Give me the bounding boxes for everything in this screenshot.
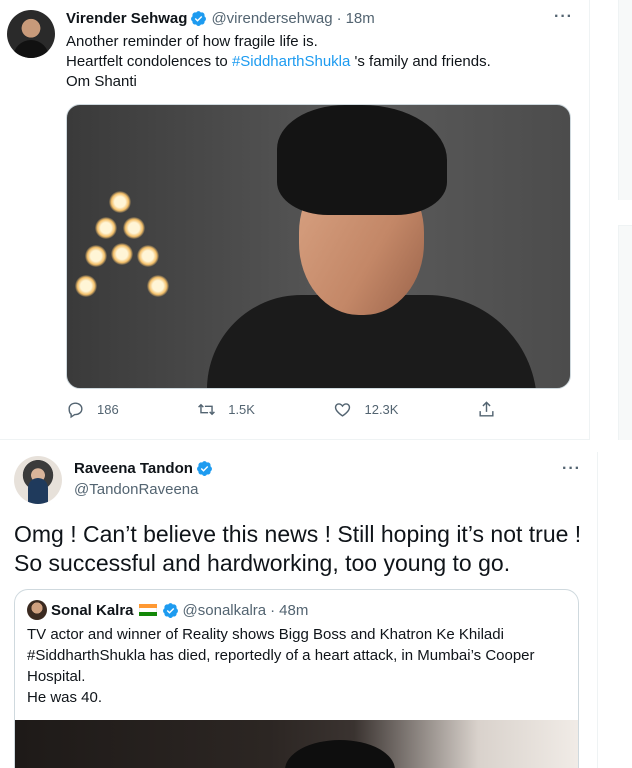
reply-button[interactable]: 186 xyxy=(66,400,119,419)
verified-badge-icon xyxy=(191,11,207,26)
avatar[interactable] xyxy=(7,10,55,58)
like-count: 12.3K xyxy=(364,402,399,417)
separator: · xyxy=(336,10,342,27)
author-name[interactable]: Raveena Tandon xyxy=(74,460,193,477)
hashtag-link[interactable]: #SiddharthShukla xyxy=(232,53,350,70)
share-icon xyxy=(479,401,494,417)
tweet-actions: 186 1.5K 12.3K xyxy=(66,400,496,419)
avatar[interactable] xyxy=(14,456,62,504)
quoted-line: TV actor and winner of Reality shows Big… xyxy=(27,626,504,643)
retweet-button[interactable]: 1.5K xyxy=(197,400,255,419)
like-icon xyxy=(335,403,351,417)
author-handle[interactable]: @TandonRaveena xyxy=(74,481,217,498)
quoted-line: #SiddharthShukla has died, reportedly of… xyxy=(27,647,535,664)
avatar xyxy=(27,600,47,620)
tweet-line: Om Shanti xyxy=(66,73,137,90)
reply-icon xyxy=(68,402,83,419)
tweet-text: Another reminder of how fragile life is.… xyxy=(66,32,566,92)
tweet-line: Heartfelt condolences to #SiddharthShukl… xyxy=(66,53,491,70)
tweet-photo[interactable] xyxy=(66,104,571,389)
verified-badge-icon xyxy=(196,461,212,476)
more-options-icon[interactable]: ··· xyxy=(562,460,581,478)
india-flag-icon xyxy=(138,604,157,616)
more-options-icon[interactable]: ··· xyxy=(554,8,573,26)
author-handle[interactable]: @virendersehwag xyxy=(211,10,332,27)
share-button[interactable] xyxy=(477,400,496,419)
tweet-raveena-tandon[interactable]: Raveena Tandon @TandonRaveena ··· Omg ! … xyxy=(0,452,598,768)
reply-count: 186 xyxy=(97,402,119,417)
quoted-timestamp: 48m xyxy=(279,601,309,619)
sidebar-panel xyxy=(618,225,632,445)
retweet-icon xyxy=(198,403,216,416)
quoted-author-name: Sonal Kalra xyxy=(51,601,134,619)
sidebar-panel xyxy=(618,0,632,200)
quoted-tweet-photo[interactable] xyxy=(15,720,578,768)
tweet-text: Omg ! Can’t believe this news ! Still ho… xyxy=(14,521,582,576)
tweet-line: Another reminder of how fragile life is. xyxy=(66,33,318,50)
quoted-tweet[interactable]: Sonal Kalra @sonalkalra · 48m TV actor a… xyxy=(14,589,579,768)
quoted-line: He was 40. xyxy=(27,689,103,706)
tweet-virender-sehwag[interactable]: Virender Sehwag @virendersehwag · 18m ··… xyxy=(0,0,590,440)
verified-badge-icon xyxy=(162,602,178,618)
quoted-line: Hospital. xyxy=(27,668,86,685)
quoted-author-handle: @sonalkalra xyxy=(182,601,267,619)
retweet-count: 1.5K xyxy=(228,402,255,417)
like-button[interactable]: 12.3K xyxy=(333,400,398,419)
quoted-tweet-text: TV actor and winner of Reality shows Big… xyxy=(27,624,567,708)
tweet-header: Raveena Tandon @TandonRaveena xyxy=(74,460,217,498)
tweet-header: Virender Sehwag @virendersehwag · 18m xyxy=(66,10,375,27)
timestamp[interactable]: 18m xyxy=(346,10,375,27)
author-name[interactable]: Virender Sehwag xyxy=(66,10,187,27)
separator: · xyxy=(270,601,276,619)
quoted-tweet-header: Sonal Kalra @sonalkalra · 48m xyxy=(27,600,308,620)
